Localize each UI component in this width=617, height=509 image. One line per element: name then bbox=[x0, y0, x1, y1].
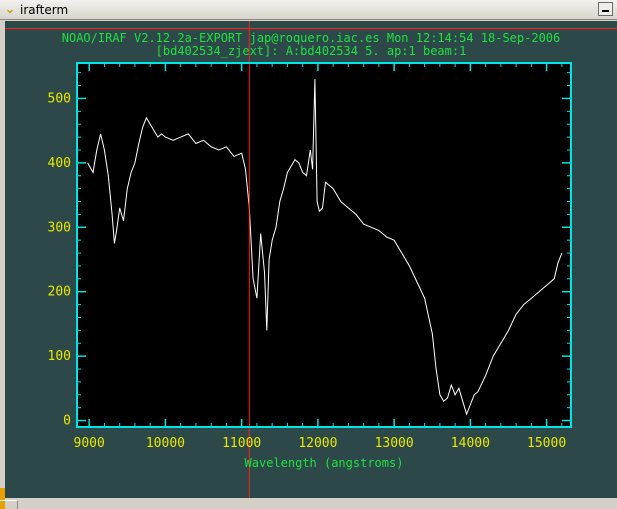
x-tick-label: 11000 bbox=[222, 436, 261, 451]
y-tick-label: 100 bbox=[48, 349, 71, 364]
x-tick-label: 14000 bbox=[451, 436, 490, 451]
x-tick-label: 15000 bbox=[527, 436, 566, 451]
window-bottom-border bbox=[0, 498, 617, 509]
x-tick-label: 10000 bbox=[146, 436, 185, 451]
x-tick-label: 13000 bbox=[375, 436, 414, 451]
terminal-canvas[interactable]: NOAO/IRAF V2.12.2a-EXPORT jap@roquero.ia… bbox=[5, 21, 617, 498]
spectrum-plot: 9000 10000 11000 12000 13000 14000 15000 0 100 20… bbox=[48, 21, 572, 498]
y-tick-label: 300 bbox=[48, 220, 71, 235]
y-tick-label: 400 bbox=[48, 156, 71, 171]
minimize-icon[interactable] bbox=[598, 2, 613, 16]
resize-corner[interactable] bbox=[0, 500, 18, 509]
y-tick-label: 500 bbox=[48, 91, 71, 106]
y-tick-label: 200 bbox=[48, 285, 71, 300]
y-tick-label: 0 bbox=[63, 414, 71, 429]
x-axis-label: Wavelength (angstroms) bbox=[245, 456, 404, 470]
window-titlebar[interactable]: ⌄ irafterm bbox=[0, 0, 617, 20]
chevron-down-icon[interactable]: ⌄ bbox=[2, 2, 18, 17]
plot-background bbox=[77, 63, 571, 427]
window-title: irafterm bbox=[20, 3, 69, 17]
x-tick-label: 12000 bbox=[298, 436, 337, 451]
x-tick-label: 9000 bbox=[74, 436, 105, 451]
